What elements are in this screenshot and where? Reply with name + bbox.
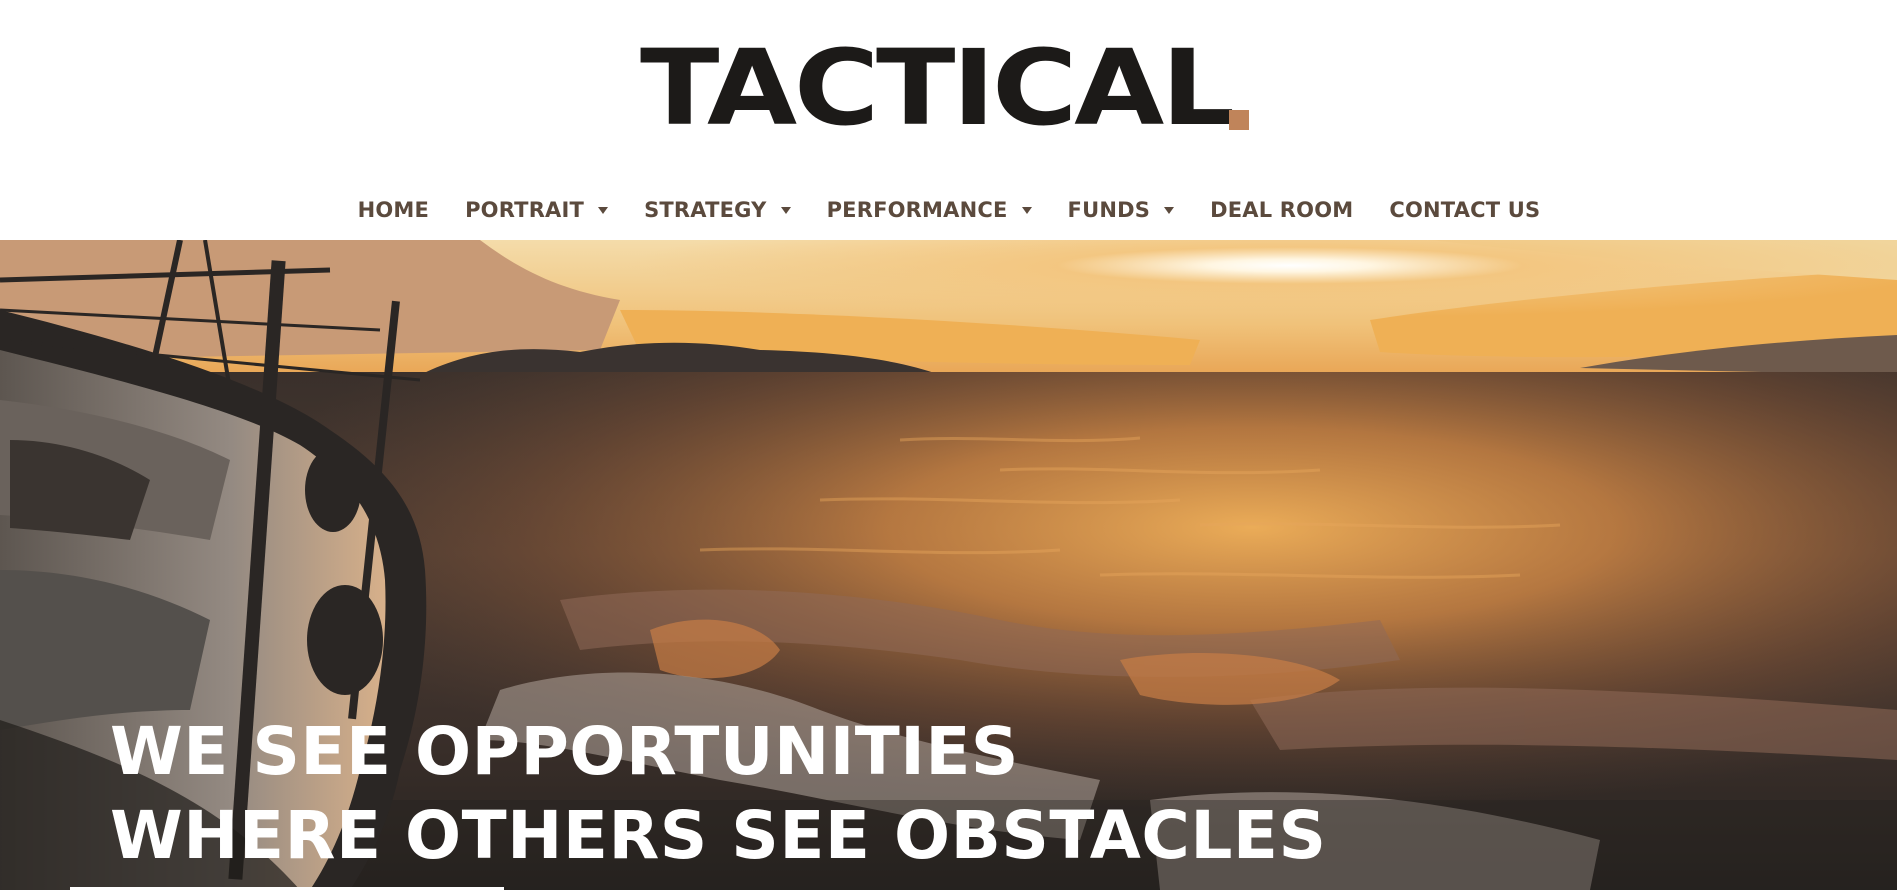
caret-down-icon [1164, 206, 1175, 214]
nav-item-funds[interactable]: FUNDS [1068, 198, 1175, 222]
nav-list: HOME PORTRAIT STRATEGY PERFORMANCE FUNDS… [340, 198, 1559, 222]
site-header: TACTICAL HOME PORTRAIT STRATEGY PERFORMA… [0, 0, 1897, 240]
nav-item-label: CONTACT US [1389, 198, 1541, 222]
caret-down-icon [780, 206, 791, 214]
hero-banner: WE SEE OPPORTUNITIES WHERE OTHERS SEE OB… [0, 240, 1897, 890]
nav-item-deal-room[interactable]: DEAL ROOM [1210, 198, 1353, 222]
nav-item-label: FUNDS [1067, 198, 1151, 222]
caret-down-icon [598, 206, 609, 214]
caret-down-icon [1021, 206, 1032, 214]
nav-item-label: PORTRAIT [465, 198, 585, 222]
hero-headline: WE SEE OPPORTUNITIES WHERE OTHERS SEE OB… [110, 710, 1327, 878]
logo-dot-icon [1229, 110, 1249, 130]
nav-item-label: PERFORMANCE [826, 198, 1008, 222]
nav-item-performance[interactable]: PERFORMANCE [827, 198, 1032, 222]
nav-item-portrait[interactable]: PORTRAIT [465, 198, 609, 222]
nav-item-label: STRATEGY [644, 198, 767, 222]
nav-item-label: HOME [357, 198, 430, 222]
nav-item-strategy[interactable]: STRATEGY [644, 198, 791, 222]
site-logo[interactable]: TACTICAL [640, 36, 1249, 140]
nav-item-contact-us[interactable]: CONTACT US [1389, 198, 1540, 222]
hero-headline-line-1: WE SEE OPPORTUNITIES [110, 713, 1019, 790]
nav-item-home[interactable]: HOME [358, 198, 429, 222]
logo-wordmark: TACTICAL [640, 27, 1235, 149]
main-navigation: HOME PORTRAIT STRATEGY PERFORMANCE FUNDS… [0, 192, 1897, 228]
hero-headline-line-2: WHERE OTHERS SEE OBSTACLES [110, 797, 1327, 874]
nav-item-label: DEAL ROOM [1210, 198, 1354, 222]
